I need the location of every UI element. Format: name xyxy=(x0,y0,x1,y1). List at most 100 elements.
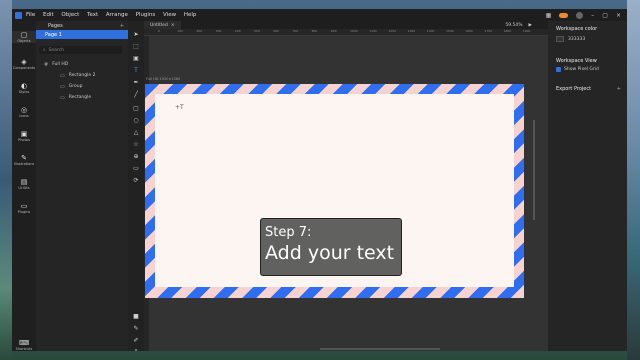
add-export-button[interactable]: + xyxy=(617,86,621,92)
horizontal-ruler: 0 100 200 300 400 500 600 700 800 900 1000 1100 1200… xyxy=(144,29,548,36)
ruler-tick: 1500 xyxy=(446,29,454,33)
ruler-tick: 600 xyxy=(273,29,279,33)
menu-plugins[interactable]: Plugins xyxy=(136,12,156,18)
rectangle-icon: ▭ xyxy=(60,94,65,101)
tab-untitled[interactable]: Untitled × xyxy=(144,21,181,29)
show-pixel-grid-checkbox[interactable]: Show Pixel Grid xyxy=(556,67,627,72)
eyedropper-icon[interactable]: ✐ xyxy=(128,337,144,344)
export-project-row[interactable]: Export Project + xyxy=(556,86,627,92)
menu-text[interactable]: Text xyxy=(87,12,98,18)
triangle-tool-icon[interactable]: △ xyxy=(128,129,144,136)
checkbox-icon[interactable] xyxy=(556,67,561,72)
menu-edit[interactable]: Edit xyxy=(43,12,54,18)
sidebar-item-illustrations[interactable]: ✎ Illustrations xyxy=(12,154,36,166)
illustrations-icon: ✎ xyxy=(21,154,27,162)
sidebar-item-objects[interactable]: ▢ Objects xyxy=(12,31,36,43)
layer-row[interactable]: # Full HD xyxy=(36,59,128,70)
layer-row[interactable]: ▭ Group xyxy=(36,81,128,92)
ruler-tick: 400 xyxy=(234,29,241,33)
ruler-tick: 200 xyxy=(196,29,203,33)
text-tool-icon[interactable]: T xyxy=(128,67,144,74)
zoom-tool-icon[interactable]: ⌕ xyxy=(128,347,144,351)
ruler-tick: 1000 xyxy=(350,29,358,33)
layer-row[interactable]: ▭ Rectangle 2 xyxy=(36,70,128,81)
rotate-tool-icon[interactable]: ⟳ xyxy=(128,177,144,184)
menu-object[interactable]: Object xyxy=(61,12,79,18)
properties-panel: Workspace color 333333 Workspace View Sh… xyxy=(548,21,627,351)
menu-view[interactable]: View xyxy=(163,12,176,18)
left-icon-bar: ▢ Objects ◈ Components ◐ Styles ◎ Icons ▣ Pho… xyxy=(12,21,36,351)
component-tool-icon[interactable]: ⊕ xyxy=(128,153,144,160)
menu-bar: File Edit Object Text Arrange Plugins Vi… xyxy=(26,12,202,18)
workspace-color-field[interactable]: 333333 xyxy=(556,36,627,42)
maximize-icon[interactable]: ▢ xyxy=(602,12,608,19)
pen-tool-icon[interactable]: ✒ xyxy=(128,79,144,86)
frame-tool-icon[interactable]: ▣ xyxy=(128,55,144,62)
menu-arrange[interactable]: Arrange xyxy=(106,12,128,18)
frame-icon: # xyxy=(44,61,49,68)
ui-kits-icon: ▤ xyxy=(20,178,28,186)
menu-help[interactable]: Help xyxy=(184,12,197,18)
sidebar-item-plugins[interactable]: ▭ Plugins xyxy=(12,202,36,214)
ruler-tick: 300 xyxy=(215,29,222,33)
ruler-tick: 700 xyxy=(292,29,299,33)
sidebar-item-shortcuts[interactable]: ⌨ Shortcuts xyxy=(12,339,36,351)
objects-icon: ▢ xyxy=(20,31,28,39)
video-icon[interactable]: ■ xyxy=(128,313,144,320)
avatar[interactable] xyxy=(576,11,584,19)
line-tool-icon[interactable]: ╱ xyxy=(128,91,144,98)
ruler-tick: 800 xyxy=(311,29,318,33)
document-tab-bar: Untitled × 59.54% ▶ xyxy=(144,21,548,29)
ruler-tick: 1200 xyxy=(388,29,397,33)
cloud-icon[interactable] xyxy=(559,12,569,18)
group-icon: ▭ xyxy=(60,83,65,90)
brush-icon[interactable]: ✎ xyxy=(128,325,144,332)
ruler-tick: 1900 xyxy=(522,29,531,33)
layer-row[interactable]: ▭ Rectangle xyxy=(36,92,128,103)
close-tab-icon[interactable]: × xyxy=(171,23,175,28)
grid-icon[interactable]: ▦ xyxy=(546,12,552,19)
ruler-tick: 100 xyxy=(177,29,183,33)
ruler-tick: 500 xyxy=(254,29,260,33)
move-tool-icon[interactable]: ➤ xyxy=(128,31,144,38)
layers-panel: Pages + Page 1 ⌕ Search # Full HD ▭ Rectan… xyxy=(36,21,128,351)
title-bar: File Edit Object Text Arrange Plugins Vi… xyxy=(12,9,627,21)
plugins-icon: ▭ xyxy=(20,202,28,210)
sidebar-item-ui-kits[interactable]: ▤ UI Kits xyxy=(12,178,36,190)
play-icon[interactable]: ▶ xyxy=(529,23,532,28)
ruler-tick: 1100 xyxy=(369,29,377,33)
sidebar-item-components[interactable]: ◈ Components xyxy=(12,58,36,70)
zoom-level[interactable]: 59.54% xyxy=(505,23,522,28)
desktop-edge-left xyxy=(0,0,12,360)
rectangle-icon: ▭ xyxy=(60,72,65,79)
page-item-1[interactable]: Page 1 xyxy=(36,30,128,39)
vertical-scrollbar[interactable] xyxy=(533,120,535,220)
styles-icon: ◐ xyxy=(20,82,28,90)
sidebar-item-photos[interactable]: ▣ Photos xyxy=(12,130,36,142)
tutorial-instruction: Add your text xyxy=(265,242,395,264)
star-tool-icon[interactable]: ☆ xyxy=(128,141,144,148)
horizontal-scrollbar[interactable] xyxy=(320,348,440,350)
menu-file[interactable]: File xyxy=(26,12,35,18)
ruler-tick: 1600 xyxy=(465,29,473,33)
pages-header: Pages + xyxy=(36,21,128,30)
ruler-tick: 1400 xyxy=(426,29,435,33)
add-page-button[interactable]: + xyxy=(120,23,124,29)
sidebar-item-styles[interactable]: ◐ Styles xyxy=(12,82,36,94)
button-tool-icon[interactable]: ▭ xyxy=(128,165,144,172)
ruler-tick: 0 xyxy=(158,29,160,33)
ellipse-tool-icon[interactable]: ○ xyxy=(128,117,144,124)
text-cursor-icon: +T xyxy=(175,104,184,111)
ruler-tick: 1800 xyxy=(503,29,512,33)
frame-label: Full HD 1920×1080 xyxy=(146,77,181,81)
search-placeholder: Search xyxy=(48,47,64,53)
color-swatch[interactable] xyxy=(556,36,564,42)
rectangle-tool-icon[interactable]: ▢ xyxy=(128,105,144,112)
sidebar-item-icons[interactable]: ◎ Icons xyxy=(12,106,36,118)
layers-search-input[interactable]: ⌕ Search xyxy=(39,46,122,54)
scale-tool-icon[interactable]: ⬚ xyxy=(128,43,144,50)
tutorial-step-number: Step 7: xyxy=(265,225,312,240)
close-icon[interactable]: × xyxy=(616,12,621,19)
workspace-color-title: Workspace color xyxy=(556,26,598,32)
minimize-icon[interactable]: – xyxy=(591,12,594,19)
